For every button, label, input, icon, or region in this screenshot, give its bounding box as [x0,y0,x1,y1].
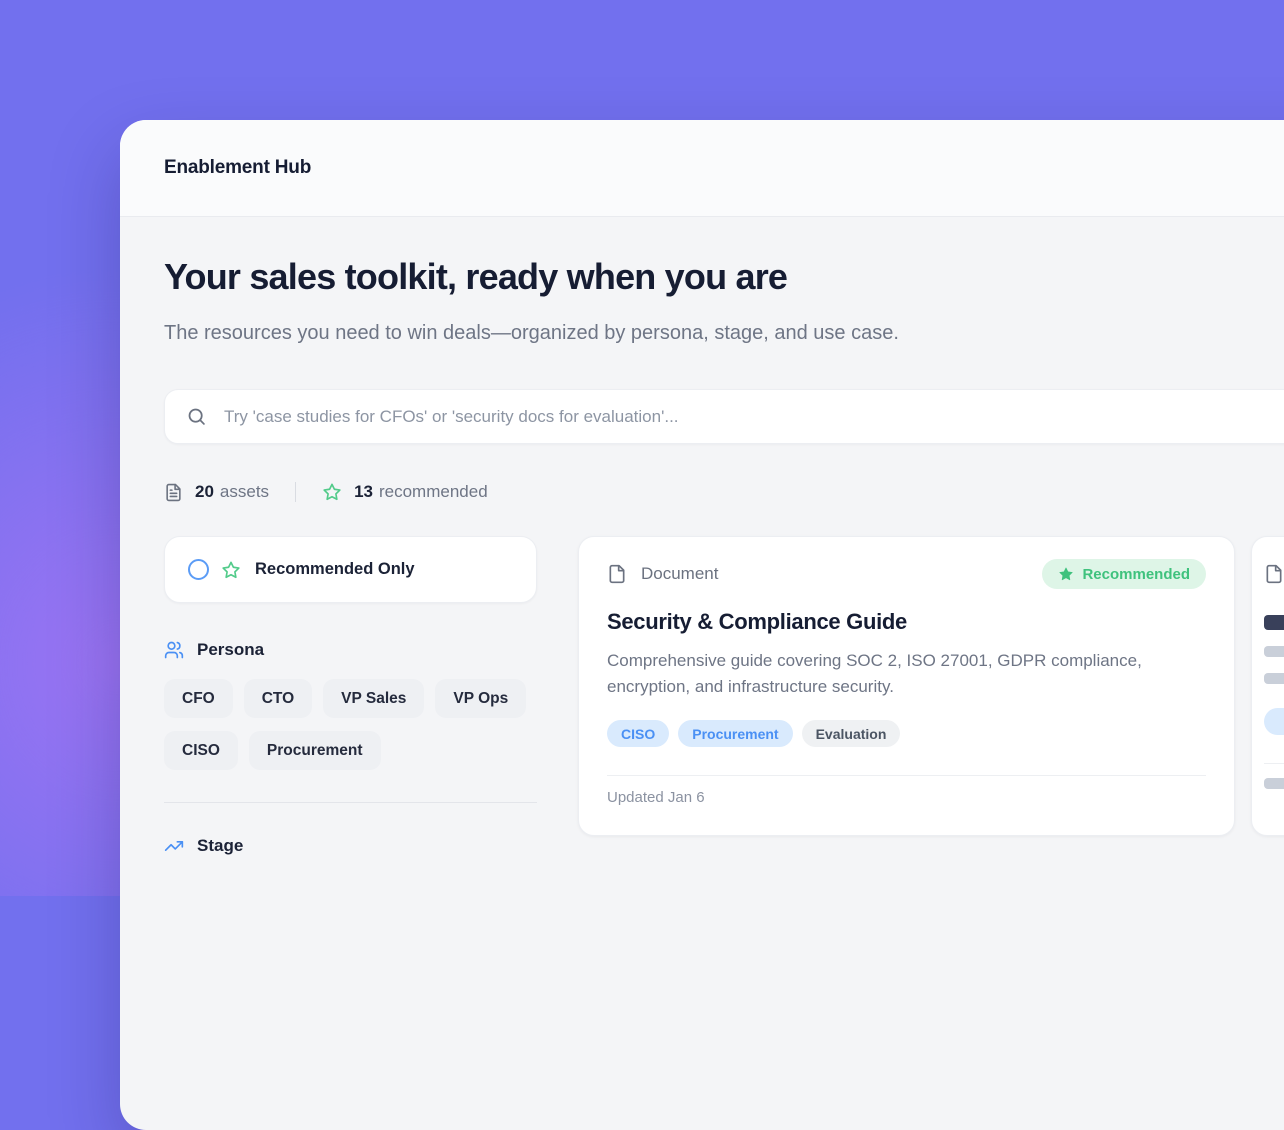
app-title: Enablement Hub [164,157,311,179]
enablement-hub-window: Enablement Hub Your sales toolkit, ready… [120,120,1284,1130]
tag-ciso: CISO [607,720,669,747]
tag-evaluation: Evaluation [802,720,901,747]
card-divider [607,775,1206,776]
card-title: Security & Compliance Guide [607,609,1206,635]
card-header-row [1264,559,1284,589]
persona-section-header: Persona [164,639,537,661]
recommended-badge-label: Recommended [1082,566,1190,583]
stage-section-label: Stage [197,836,243,856]
page-subtitle: The resources you need to win deals—orga… [164,315,934,351]
card-type-label: Document [641,564,718,584]
persona-chip-cto[interactable]: CTO [244,679,312,718]
recommended-count: 13 [354,482,373,502]
app-header: Enablement Hub [120,120,1284,217]
content-columns: Recommended Only Persona CFO CTO VP Sale… [164,536,1284,875]
card-description: Comprehensive guide covering SOC 2, ISO … [607,648,1206,700]
resource-card-grid: Document Recommended Security & Complian… [578,536,1284,836]
search-bar[interactable] [164,389,1284,444]
persona-section-label: Persona [197,640,264,660]
main-content: Your sales toolkit, ready when you are T… [120,217,1284,875]
card-updated-date: Updated Jan 6 [607,789,1206,806]
resource-card-partial[interactable] [1251,536,1284,836]
star-icon [322,482,342,502]
sidebar-divider [164,802,537,803]
recommended-only-toggle[interactable]: Recommended Only [164,536,537,603]
star-filled-icon [1058,566,1074,582]
radio-circle-icon [188,559,209,580]
assets-count: 20 [195,482,214,502]
card-type: Document [607,564,718,584]
filter-sidebar: Recommended Only Persona CFO CTO VP Sale… [164,536,537,875]
persona-chips: CFO CTO VP Sales VP Ops CISO Procurement [164,679,537,770]
recommended-only-label: Recommended Only [255,560,415,579]
stats-row: 20 assets 13 recommended [164,482,1284,502]
file-icon [607,564,627,584]
resource-card-security-compliance-guide[interactable]: Document Recommended Security & Complian… [578,536,1235,836]
persona-chip-vp-sales[interactable]: VP Sales [323,679,424,718]
card-divider [1264,763,1284,764]
file-text-icon [164,483,183,502]
card-tags: CISO Procurement Evaluation [607,720,1206,747]
stage-section-header: Stage [164,835,537,857]
users-icon [164,640,184,660]
card-header-row: Document Recommended [607,559,1206,589]
star-icon [221,560,241,580]
tag-procurement: Procurement [678,720,792,747]
persona-chip-procurement[interactable]: Procurement [249,731,381,770]
assets-label: assets [220,482,269,502]
card-description [1264,646,1284,657]
page-title: Your sales toolkit, ready when you are [164,257,1284,297]
trending-up-icon [164,836,184,856]
persona-chip-ciso[interactable]: CISO [164,731,238,770]
search-input[interactable] [222,406,1284,428]
card-tag [1264,708,1284,735]
search-icon [186,406,207,427]
stats-divider [295,482,296,502]
persona-chip-vp-ops[interactable]: VP Ops [435,679,526,718]
card-description [1264,673,1284,684]
recommended-label: recommended [379,482,488,502]
card-updated-date [1264,778,1284,789]
card-title [1264,615,1284,630]
file-icon [1264,564,1284,584]
persona-chip-cfo[interactable]: CFO [164,679,233,718]
recommended-badge: Recommended [1042,559,1206,589]
